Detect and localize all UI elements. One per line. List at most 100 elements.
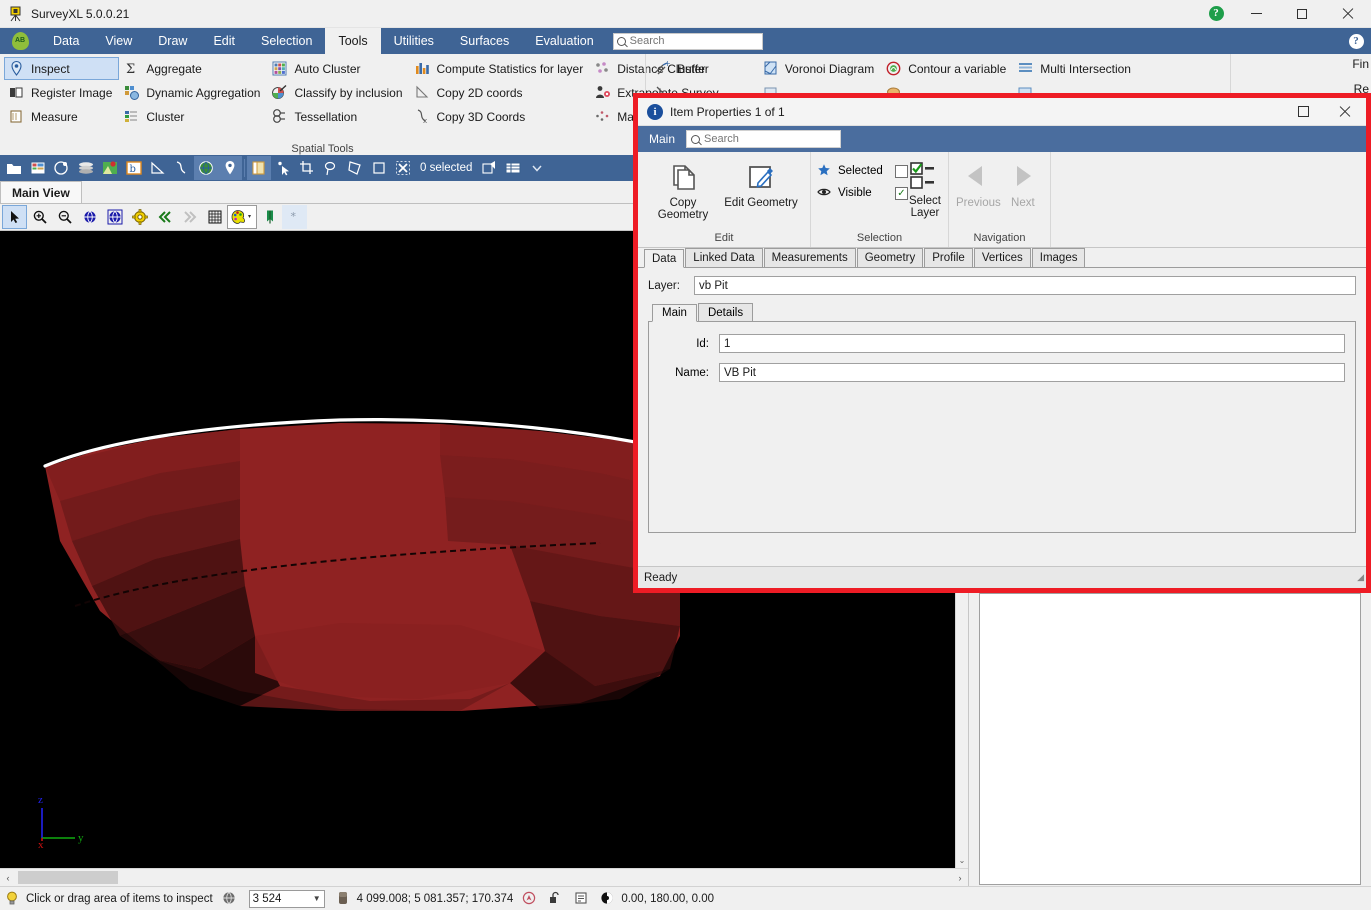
- tab-profile[interactable]: Profile: [924, 248, 973, 267]
- globe-zoom-icon[interactable]: [77, 205, 102, 229]
- color-palette-icon[interactable]: [227, 205, 257, 229]
- compass-icon[interactable]: [521, 890, 539, 908]
- ribbon-item-multi-intersection[interactable]: Multi Intersection: [1013, 57, 1138, 80]
- ribbon-tab-selection[interactable]: Selection: [248, 28, 325, 54]
- ribbon-item-contour-a-variable[interactable]: Contour a variable: [881, 57, 1013, 80]
- layer-field[interactable]: [694, 276, 1356, 295]
- unlock-icon[interactable]: [547, 890, 565, 908]
- id-field[interactable]: [719, 334, 1345, 353]
- ribbon-item-tessellation[interactable]: Tessellation: [267, 105, 409, 128]
- settings-gear-icon[interactable]: [127, 205, 152, 229]
- ribbon-item-copy-3d-coords[interactable]: x Copy 3D Coords: [410, 105, 591, 128]
- dock-content-panel[interactable]: [979, 593, 1361, 885]
- globe-status-icon[interactable]: [221, 890, 239, 908]
- ribbon-item-auto-cluster[interactable]: Auto Cluster: [267, 57, 409, 80]
- id-input[interactable]: [724, 337, 1340, 350]
- ribbon-item-inspect[interactable]: Inspect: [4, 57, 120, 80]
- viewport-horizontal-scrollbar[interactable]: ‹ ›: [0, 868, 968, 886]
- ribbon-tab-view[interactable]: View: [92, 28, 145, 54]
- name-field[interactable]: [719, 363, 1345, 382]
- ribbon-item-copy-2d-coords[interactable]: Copy 2D coords: [410, 81, 591, 104]
- subtab-details[interactable]: Details: [697, 303, 754, 321]
- scroll-left-arrow-icon[interactable]: ‹: [0, 873, 16, 883]
- edit-geometry-button[interactable]: Edit Geometry: [722, 156, 800, 210]
- chevron-down-icon[interactable]: ▼: [313, 894, 321, 903]
- pick-point-icon[interactable]: [271, 156, 295, 180]
- previous-button[interactable]: Previous: [955, 156, 1002, 210]
- scroll-right-arrow-icon[interactable]: ›: [952, 873, 968, 883]
- selected-checkbox[interactable]: [895, 164, 908, 178]
- globe-extent-icon[interactable]: [102, 205, 127, 229]
- select-layer-button[interactable]: Select Layer: [908, 156, 942, 220]
- ribbon-search-box[interactable]: [612, 32, 763, 50]
- bookmark-icon[interactable]: [257, 205, 282, 229]
- layer-input[interactable]: [699, 279, 1351, 292]
- forward-icon[interactable]: [177, 205, 202, 229]
- ribbon-item-voronoi-diagram[interactable]: Voronoi Diagram: [758, 57, 881, 80]
- dialog-maximize-button[interactable]: [1282, 98, 1324, 126]
- dialog-search-input[interactable]: [704, 133, 837, 145]
- triangle-ruler-icon[interactable]: [146, 156, 170, 180]
- visible-checkbox[interactable]: ✓: [895, 186, 908, 200]
- ribbon-item-dynamic-aggregation[interactable]: Dynamic Aggregation: [119, 81, 267, 104]
- dialog-tab-main[interactable]: Main: [638, 132, 686, 146]
- ribbon-item-measure[interactable]: Measure: [4, 105, 119, 128]
- notes-icon[interactable]: [573, 890, 591, 908]
- tab-geometry[interactable]: Geometry: [856, 248, 924, 267]
- palette-icon[interactable]: [50, 156, 74, 180]
- scroll-thumb[interactable]: [18, 871, 118, 884]
- map-icon[interactable]: [98, 156, 122, 180]
- help-button[interactable]: ?: [1199, 0, 1233, 28]
- tab-data[interactable]: Data: [644, 249, 685, 268]
- ribbon-tab-utilities[interactable]: Utilities: [381, 28, 447, 54]
- arrow-cursor-icon[interactable]: [2, 205, 27, 229]
- next-button[interactable]: Next: [1002, 156, 1044, 210]
- tab-measurements[interactable]: Measurements: [763, 248, 856, 267]
- folder-icon[interactable]: [2, 156, 26, 180]
- table-icon[interactable]: [26, 156, 50, 180]
- zoom-out-icon[interactable]: [52, 205, 77, 229]
- selected-check-row[interactable]: Selected: [817, 160, 908, 182]
- ribbon-tab-data[interactable]: Data: [40, 28, 92, 54]
- dialog-close-button[interactable]: [1324, 98, 1366, 126]
- ribbon-item-classify-by-inclusion[interactable]: Classify by inclusion: [267, 81, 409, 104]
- clear-select-icon[interactable]: [391, 156, 415, 180]
- polygon-select-icon[interactable]: [343, 156, 367, 180]
- ribbon-tab-tools[interactable]: Tools: [325, 28, 381, 54]
- copy-geometry-button[interactable]: Copy Geometry: [644, 156, 722, 222]
- curve-icon[interactable]: [170, 156, 194, 180]
- favorite-icon[interactable]: *: [282, 205, 307, 229]
- ribbon-tab-edit[interactable]: Edit: [200, 28, 248, 54]
- tab-images[interactable]: Images: [1031, 248, 1086, 267]
- ribbon-logo[interactable]: AB: [0, 28, 40, 54]
- minimize-button[interactable]: [1233, 0, 1279, 28]
- marker-icon[interactable]: [218, 156, 242, 180]
- eye-icon[interactable]: [599, 890, 617, 908]
- name-input[interactable]: [724, 366, 1340, 379]
- chevron-down-icon[interactable]: [525, 156, 549, 180]
- tab-vertices[interactable]: Vertices: [973, 248, 1031, 267]
- ribbon-tab-evaluation[interactable]: Evaluation: [522, 28, 606, 54]
- ribbon-help-button[interactable]: ?: [1341, 28, 1371, 54]
- rect-select-icon[interactable]: [367, 156, 391, 180]
- ribbon-item-register-image[interactable]: Register Image: [4, 81, 119, 104]
- ribbon-item-cluster[interactable]: Cluster: [119, 105, 267, 128]
- crop-select-icon[interactable]: [295, 156, 319, 180]
- attribute-table-icon[interactable]: [501, 156, 525, 180]
- view-tab-main[interactable]: Main View: [0, 181, 82, 203]
- ribbon-search-input[interactable]: [629, 35, 759, 47]
- tab-linked-data[interactable]: Linked Data: [685, 248, 763, 267]
- ribbon-item-buffer[interactable]: + Buffer: [650, 57, 716, 80]
- globe-icon[interactable]: [194, 156, 218, 180]
- visible-check-row[interactable]: Visible ✓: [817, 182, 908, 204]
- ribbon-tab-surfaces[interactable]: Surfaces: [447, 28, 522, 54]
- close-button[interactable]: [1325, 0, 1371, 28]
- grid-icon[interactable]: [202, 205, 227, 229]
- dialog-search-box[interactable]: [686, 130, 842, 148]
- scroll-down-arrow-icon[interactable]: ⌄: [959, 856, 966, 868]
- highlight-icon[interactable]: b: [122, 156, 146, 180]
- ribbon-item-compute-statistics[interactable]: Compute Statistics for layer: [410, 57, 591, 80]
- ribbon-tab-draw[interactable]: Draw: [145, 28, 200, 54]
- select-window-icon[interactable]: [247, 156, 271, 180]
- zoom-in-icon[interactable]: [27, 205, 52, 229]
